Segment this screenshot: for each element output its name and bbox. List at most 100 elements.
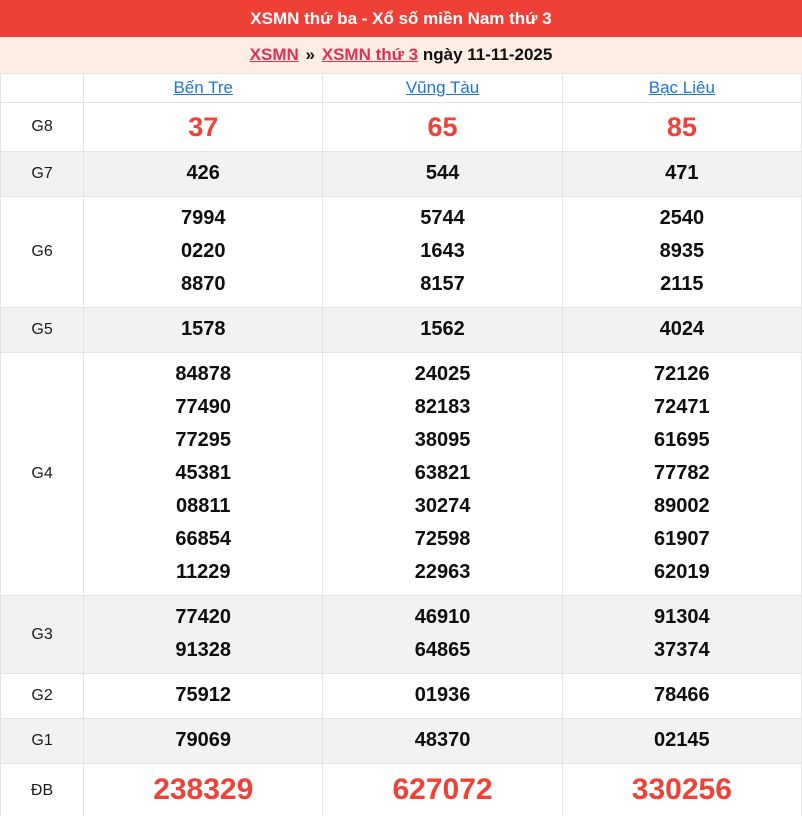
result-number: 1562	[420, 318, 465, 340]
result-number: 11229	[175, 561, 231, 583]
result-cell: 37	[83, 102, 324, 152]
row-label: G3	[0, 595, 85, 674]
result-number: 77295	[175, 429, 232, 451]
column-header: Bạc Liêu	[561, 73, 802, 103]
result-number: 627072	[392, 773, 493, 806]
result-cell: 544	[322, 151, 563, 197]
result-number: 46910	[414, 606, 471, 628]
breadcrumb-separator: »	[305, 45, 315, 64]
result-number: 79069	[175, 729, 232, 751]
result-number: 75912	[175, 684, 232, 706]
row-label: G8	[0, 102, 85, 152]
column-header: Vũng Tàu	[322, 73, 563, 103]
province-link[interactable]: Bạc Liêu	[649, 78, 715, 97]
result-cell: 1578	[83, 307, 324, 353]
result-number: 77420	[175, 606, 232, 628]
result-number: 8935	[659, 240, 705, 262]
result-cell: 85	[561, 102, 802, 152]
result-cell: 24025 82183 38095 63821 30274 72598 22963	[322, 352, 563, 596]
result-cell: 01936	[322, 673, 563, 719]
result-cell: 75912	[83, 673, 324, 719]
result-number: 66854	[175, 528, 232, 550]
row-label: G6	[0, 196, 85, 308]
result-cell: 48370	[322, 718, 563, 764]
row-label: G5	[0, 307, 85, 353]
result-number: 72126	[654, 363, 710, 385]
table-row: G2 75912 01936 78466	[0, 673, 802, 719]
results-table: Bến Tre Vũng Tàu Bạc Liêu G8 37 65 85 G7 426 544…	[0, 73, 802, 816]
result-cell: 330256	[561, 763, 802, 816]
result-number: 8870	[180, 273, 226, 295]
result-number: 01936	[414, 684, 471, 706]
column-header-row: Bến Tre Vũng Tàu Bạc Liêu	[0, 73, 802, 103]
result-number: 1643	[420, 240, 465, 262]
row-label: ĐB	[0, 763, 85, 816]
result-number: 471	[665, 162, 699, 184]
row-label: G7	[0, 151, 85, 197]
result-number: 330256	[631, 773, 732, 806]
result-number: 238329	[153, 773, 254, 806]
result-number: 62019	[654, 561, 710, 583]
result-number: 61695	[654, 429, 710, 451]
breadcrumb: XSMN » XSMN thứ 3 ngày 11-11-2025	[0, 37, 802, 73]
row-label: G1	[0, 718, 85, 764]
result-number: 0220	[180, 240, 226, 262]
result-cell: 7994 0220 8870	[83, 196, 324, 308]
result-cell: 627072	[322, 763, 563, 816]
result-number: 72471	[654, 396, 710, 418]
result-number: 24025	[414, 363, 471, 385]
result-cell: 02145	[561, 718, 802, 764]
result-number: 48370	[414, 729, 471, 751]
result-number: 64865	[414, 639, 471, 661]
table-row: G5 1578 1562 4024	[0, 307, 802, 353]
result-number: 89002	[654, 495, 710, 517]
column-header: Bến Tre	[83, 73, 324, 103]
table-row: G6 7994 0220 8870 5744 1643 8157 2540 8935 2115	[0, 196, 802, 308]
result-cell: 65	[322, 102, 563, 152]
result-number: 78466	[654, 684, 710, 706]
row-label: G2	[0, 673, 85, 719]
result-number: 08811	[175, 495, 231, 517]
result-number: 38095	[414, 429, 471, 451]
lottery-results-page: XSMN thứ ba - Xổ số miền Nam thứ 3 XSMN …	[0, 0, 802, 816]
result-number: 426	[186, 162, 220, 184]
result-number: 4024	[659, 318, 705, 340]
page-title: XSMN thứ ba - Xổ số miền Nam thứ 3	[0, 0, 802, 37]
result-number: 45381	[175, 462, 232, 484]
table-row: ĐB 238329 627072 330256	[0, 763, 802, 816]
row-label: G4	[0, 352, 85, 596]
result-cell: 77420 91328	[83, 595, 324, 674]
table-row: G3 77420 91328 46910 64865 91304 37374	[0, 595, 802, 674]
result-cell: 84878 77490 77295 45381 08811 66854 11229	[83, 352, 324, 596]
result-number: 91304	[654, 606, 710, 628]
result-cell: 5744 1643 8157	[322, 196, 563, 308]
result-number: 5744	[420, 207, 465, 229]
result-number: 02145	[654, 729, 710, 751]
result-number: 72598	[414, 528, 471, 550]
breadcrumb-link-xsmn-thu-3[interactable]: XSMN thứ 3	[322, 45, 418, 64]
result-cell: 471	[561, 151, 802, 197]
corner-cell	[0, 73, 85, 103]
breadcrumb-date: ngày 11-11-2025	[422, 45, 553, 64]
province-link[interactable]: Bến Tre	[173, 78, 233, 97]
result-number: 61907	[654, 528, 710, 550]
breadcrumb-link-xsmn[interactable]: XSMN	[250, 45, 299, 64]
result-number: 37	[188, 112, 219, 142]
result-number: 77490	[175, 396, 232, 418]
result-number: 65	[427, 112, 458, 142]
result-cell: 46910 64865	[322, 595, 563, 674]
result-cell: 2540 8935 2115	[561, 196, 802, 308]
result-cell: 91304 37374	[561, 595, 802, 674]
result-number: 37374	[654, 639, 710, 661]
result-number: 2115	[660, 273, 704, 295]
result-cell: 72126 72471 61695 77782 89002 61907 62019	[561, 352, 802, 596]
result-number: 1578	[180, 318, 226, 340]
result-cell: 1562	[322, 307, 563, 353]
province-link[interactable]: Vũng Tàu	[406, 78, 479, 97]
result-cell: 79069	[83, 718, 324, 764]
results-table-body: G8 37 65 85 G7 426 544 471 G6 7994 0220 8870 5744 164…	[0, 102, 802, 816]
result-number: 82183	[414, 396, 471, 418]
result-number: 22963	[414, 561, 471, 583]
result-number: 85	[666, 112, 697, 142]
result-cell: 78466	[561, 673, 802, 719]
